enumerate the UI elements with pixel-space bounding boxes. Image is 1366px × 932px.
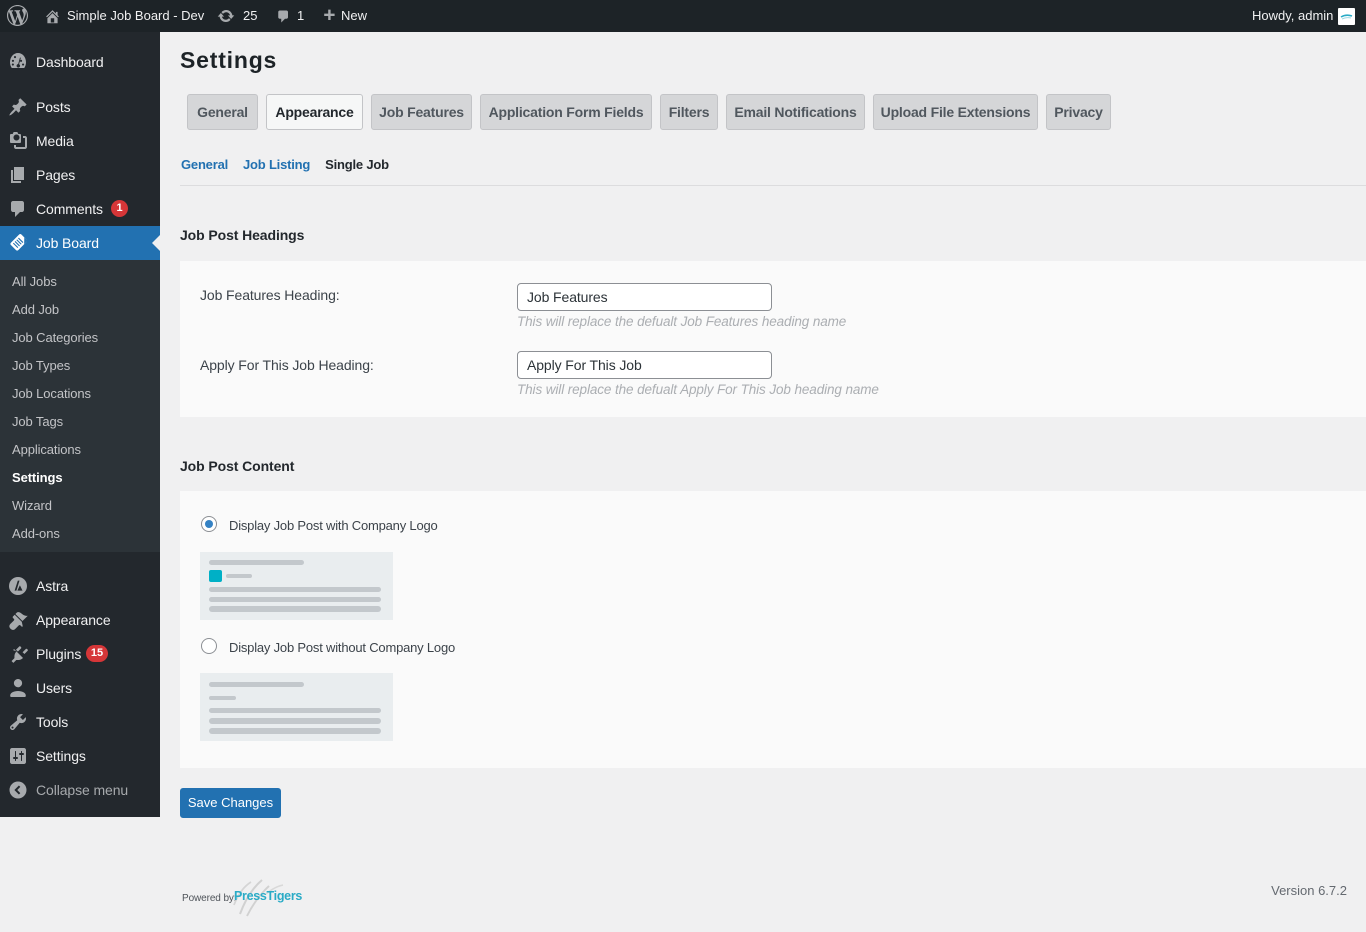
svg-text:PressTigers: PressTigers (234, 889, 302, 903)
